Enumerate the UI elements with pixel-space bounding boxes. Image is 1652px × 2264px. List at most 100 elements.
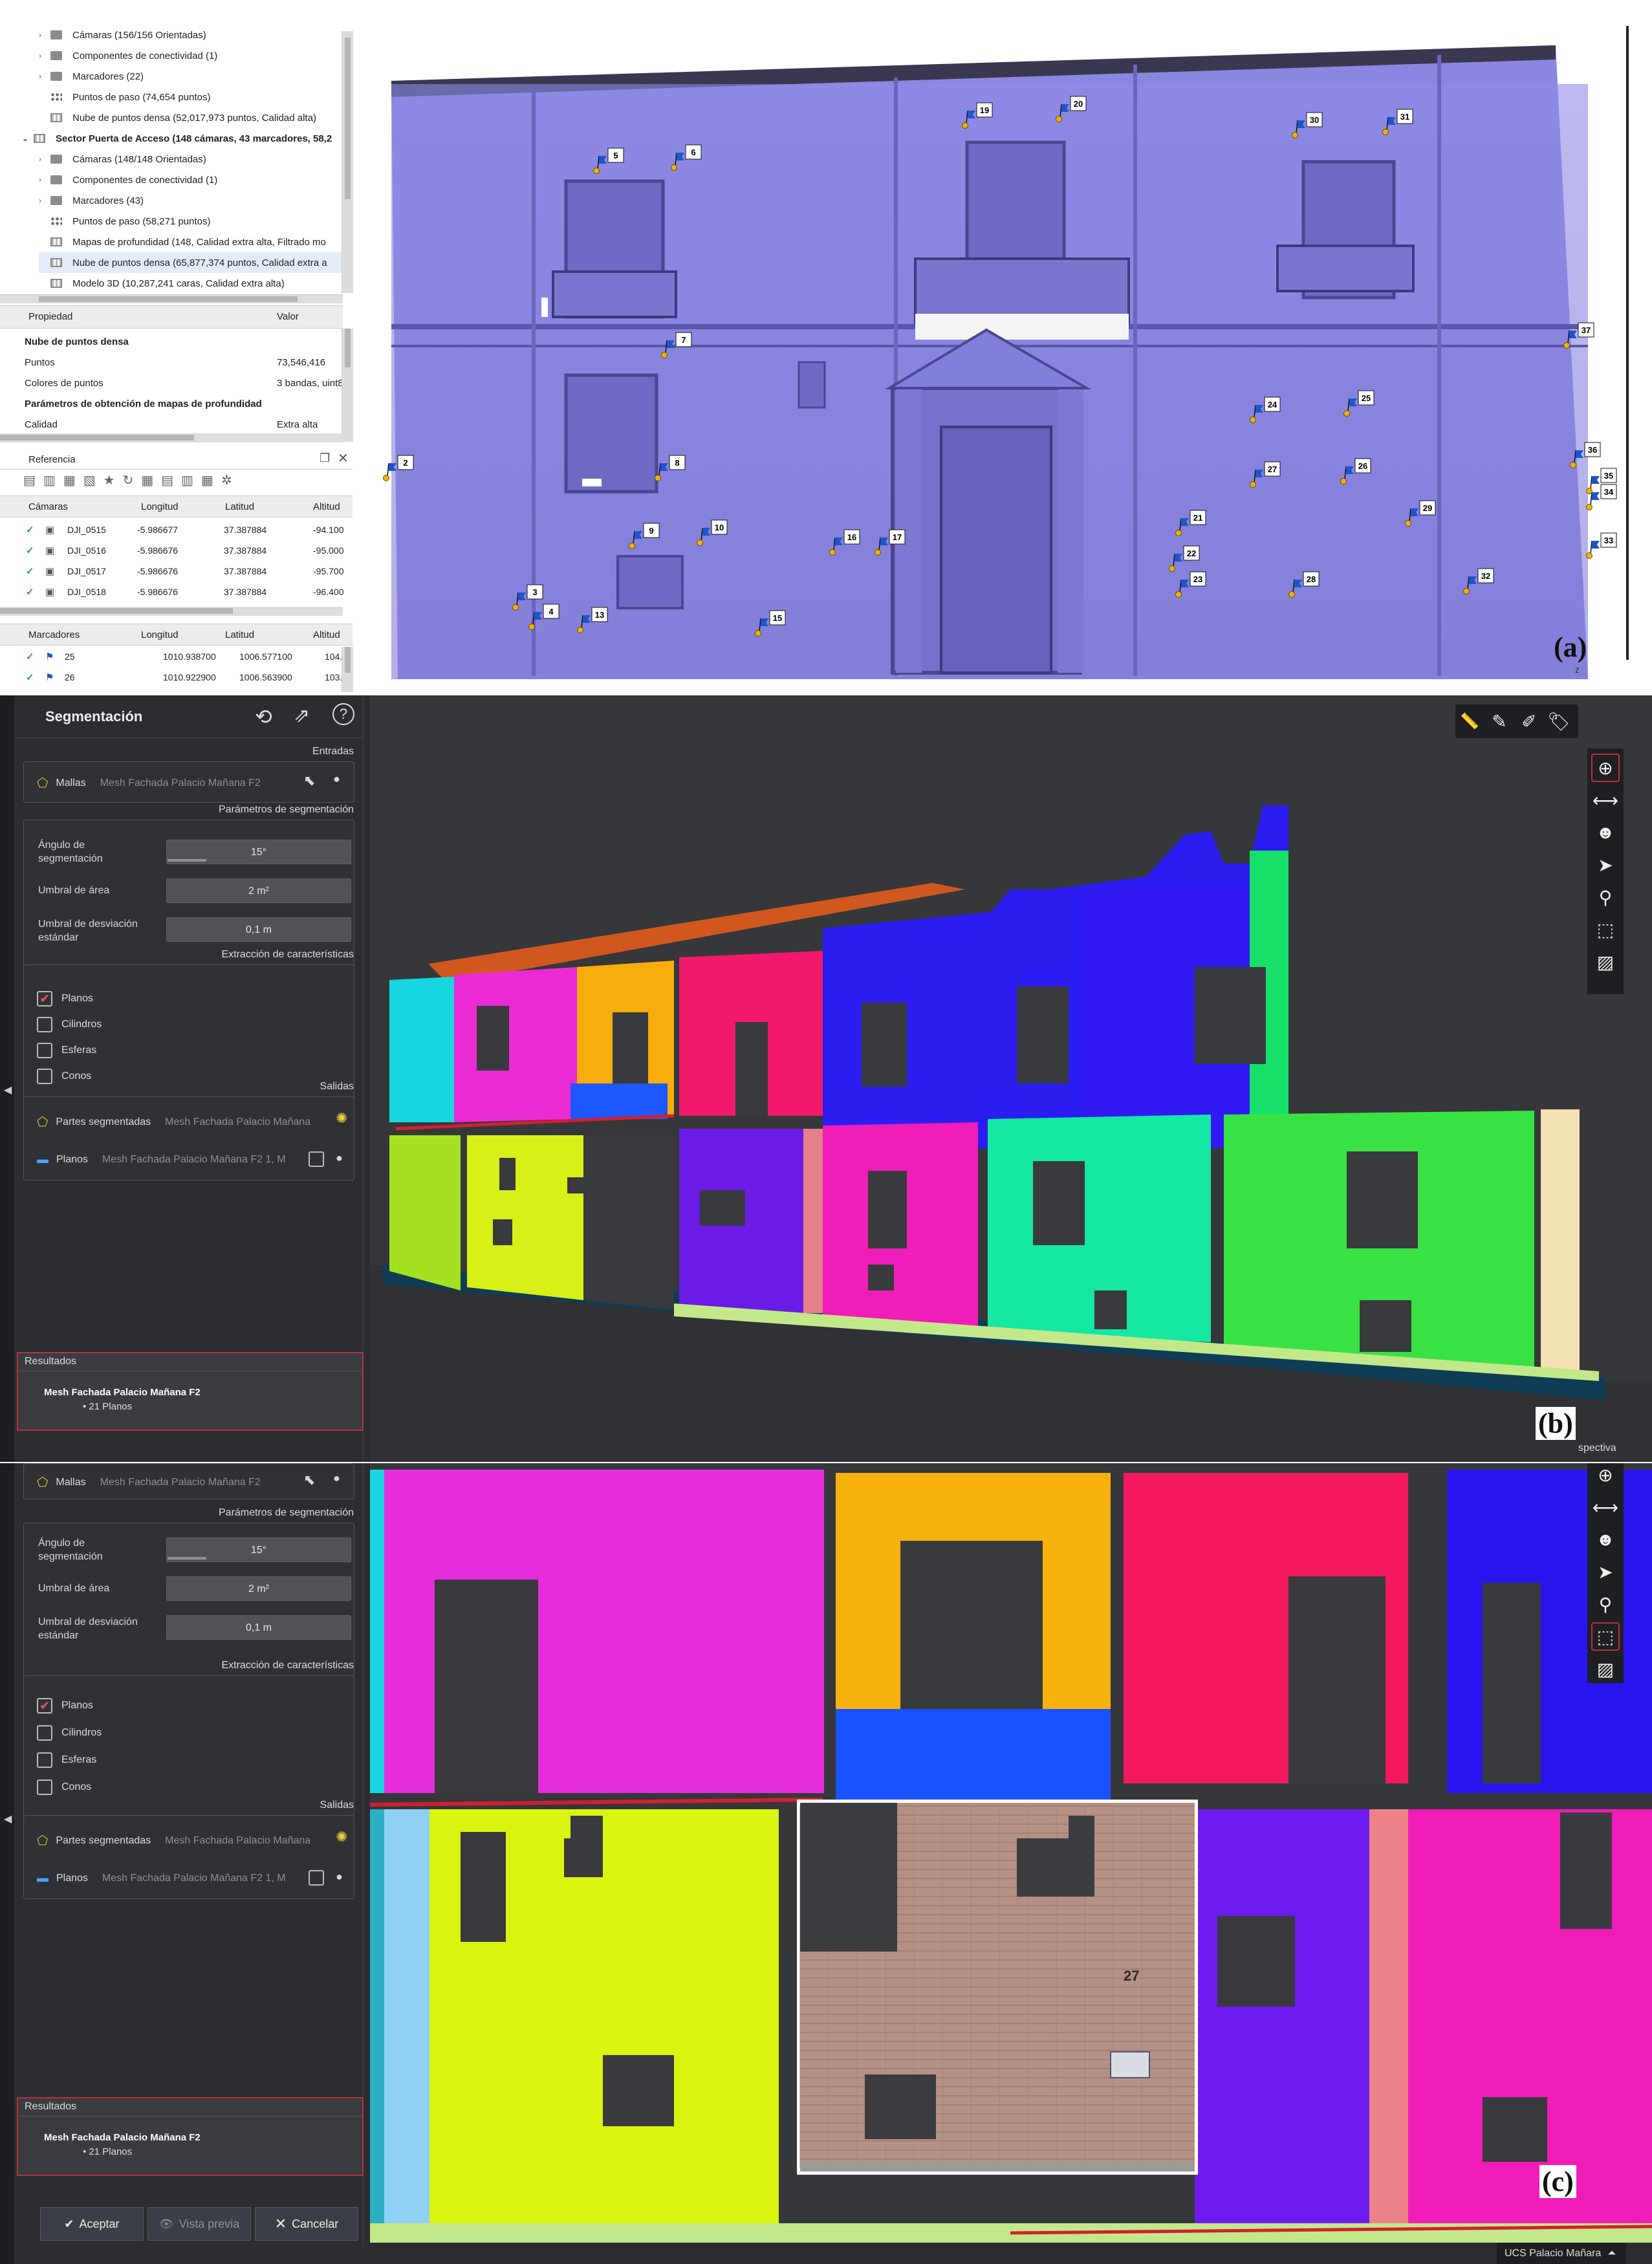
- tree-scrollbar[interactable]: [342, 31, 353, 293]
- close-icon[interactable]: ✕: [338, 450, 349, 466]
- table-row[interactable]: ✓ ▣ DJI_0517 -5.986676 37.387884 -95.700: [0, 561, 353, 582]
- measure-multi-icon[interactable]: ✐: [1515, 707, 1543, 735]
- convert-icon[interactable]: ▦: [63, 472, 76, 492]
- navigate-icon[interactable]: ➤: [1591, 1558, 1620, 1586]
- table-row[interactable]: ✓ ▣ DJI_0516 -5.986676 37.387884 -95.000: [0, 541, 353, 561]
- planes-checkbox[interactable]: [309, 1151, 324, 1167]
- export-icon[interactable]: ⇗: [294, 704, 310, 727]
- table-row[interactable]: ✓ ▣ DJI_0515 -5.986677 37.387884 -94.100: [0, 520, 353, 541]
- help-icon[interactable]: ?: [332, 703, 354, 725]
- tree-item[interactable]: › Componentes de conectividad (1): [39, 45, 343, 66]
- checkbox[interactable]: ✔: [37, 1698, 52, 1714]
- std-field[interactable]: 0,1 m: [166, 917, 351, 942]
- table-row[interactable]: ✓ ⚑ 26 1010.922900 1006.563900 103.: [0, 668, 353, 688]
- export-icon[interactable]: ▥: [43, 472, 56, 492]
- feature-0[interactable]: ✔ Planos: [37, 1698, 93, 1714]
- fit-icon[interactable]: ⟷: [1591, 1493, 1620, 1521]
- table-row[interactable]: ✓ ⚑ 25 1010.938700 1006.577100 104.: [0, 647, 353, 668]
- marker-33[interactable]: 33: [1586, 532, 1617, 559]
- column-header[interactable]: Altitud: [313, 501, 340, 512]
- markers-scrollbar[interactable]: [342, 647, 353, 692]
- history-icon[interactable]: ⟲: [255, 704, 272, 729]
- column-header[interactable]: Latitud: [225, 501, 254, 512]
- checkbox[interactable]: [37, 1752, 52, 1768]
- tree-item[interactable]: Nube de puntos densa (52,017,973 puntos,…: [39, 107, 343, 128]
- column-header[interactable]: Altitud: [313, 629, 340, 640]
- segmentation-viewport-perspective[interactable]: [370, 695, 1652, 1462]
- tree-item[interactable]: › Cámaras (156/156 Orientadas): [39, 25, 343, 45]
- tree-item[interactable]: ⌄ Sector Puerta de Acceso (148 cámaras, 4…: [22, 128, 343, 149]
- feature-1[interactable]: Cilindros: [37, 1017, 102, 1032]
- check-icon[interactable]: ✓: [26, 586, 34, 598]
- tree-item[interactable]: Puntos de paso (58,271 puntos): [39, 211, 343, 232]
- pin-icon[interactable]: ●: [333, 1472, 340, 1485]
- prop-scrollbar[interactable]: [342, 329, 353, 442]
- check-icon[interactable]: ✓: [26, 545, 34, 556]
- cube-icon[interactable]: ⬚: [1591, 1622, 1620, 1651]
- grid-icon[interactable]: ▦: [141, 472, 153, 492]
- measure-icon[interactable]: ✎: [1485, 707, 1514, 735]
- mesh-value[interactable]: Mesh Fachada Palacio Mañana F2: [100, 778, 261, 789]
- refresh-icon[interactable]: ↻: [123, 472, 134, 492]
- planes-checkbox[interactable]: [309, 1870, 324, 1886]
- feature-2[interactable]: Esferas: [37, 1752, 96, 1768]
- expand-icon[interactable]: ›: [39, 51, 50, 60]
- checkbox[interactable]: [37, 1017, 52, 1032]
- cancel-button[interactable]: ✕ Cancelar: [255, 2207, 358, 2241]
- feature-3[interactable]: Conos: [37, 1069, 91, 1084]
- tree-item[interactable]: Nube de puntos densa (65,877,374 puntos,…: [39, 252, 343, 273]
- ruler-icon[interactable]: 📏: [1455, 707, 1484, 735]
- out-parts-value[interactable]: Mesh Fachada Palacio Mañana: [165, 1116, 310, 1128]
- walk-icon[interactable]: ⚲: [1591, 883, 1620, 911]
- pin-icon[interactable]: ●: [333, 772, 340, 786]
- results-title[interactable]: Resultados: [25, 1356, 76, 1367]
- feature-3[interactable]: Conos: [37, 1780, 91, 1795]
- checkbox[interactable]: [37, 1780, 52, 1795]
- user-icon[interactable]: ☻: [1591, 1525, 1620, 1554]
- feature-2[interactable]: Esferas: [37, 1043, 96, 1058]
- checkbox[interactable]: [37, 1069, 52, 1084]
- preview-button[interactable]: 👁 Vista previa: [147, 2207, 251, 2241]
- tree-item[interactable]: Modelo 3D (10,287,241 caras, Calidad ext…: [39, 273, 343, 294]
- column-header[interactable]: Longitud: [141, 501, 179, 512]
- expand-icon[interactable]: ⌄: [22, 134, 34, 143]
- expand-icon[interactable]: ›: [39, 72, 50, 81]
- check-icon[interactable]: ✓: [26, 524, 34, 536]
- tree-item[interactable]: › Marcadores (43): [39, 190, 343, 211]
- cube-icon[interactable]: ⬚: [1591, 915, 1620, 944]
- restore-icon[interactable]: ❐: [320, 452, 330, 465]
- check-icon[interactable]: ✓: [26, 565, 34, 577]
- column-header[interactable]: Marcadores: [28, 629, 80, 640]
- tools-icon[interactable]: ✲: [221, 472, 232, 492]
- expand-icon[interactable]: ›: [39, 30, 50, 39]
- settings-icon[interactable]: ▧: [83, 472, 96, 492]
- cameras-hscroll[interactable]: [0, 607, 343, 616]
- area-field[interactable]: 2 m²: [166, 1576, 351, 1601]
- ucs-selector[interactable]: UCS Palacio Mañara ⏶: [1497, 2243, 1626, 2264]
- expand-icon[interactable]: ›: [39, 196, 50, 205]
- pointer-icon[interactable]: ⬉: [303, 1472, 315, 1488]
- list-icon[interactable]: ▦: [201, 472, 213, 492]
- tree-item[interactable]: › Cámaras (148/148 Orientadas): [39, 149, 343, 169]
- results-title[interactable]: Resultados: [25, 2101, 76, 2113]
- layers-icon[interactable]: ▥: [181, 472, 193, 492]
- checkbox[interactable]: [37, 1725, 52, 1741]
- out-parts-value[interactable]: Mesh Fachada Palacio Mañana: [165, 1835, 310, 1847]
- tree-item[interactable]: › Marcadores (22): [39, 66, 343, 87]
- checkbox[interactable]: ✔: [37, 991, 52, 1007]
- expand-icon[interactable]: ›: [39, 155, 50, 164]
- render-icon[interactable]: ▨: [1591, 948, 1620, 976]
- accept-button[interactable]: ✔ Aceptar: [40, 2207, 144, 2241]
- feature-1[interactable]: Cilindros: [37, 1725, 102, 1741]
- column-header[interactable]: Cámaras: [28, 501, 68, 512]
- planes-pin-icon[interactable]: ●: [336, 1151, 343, 1165]
- tree-item[interactable]: Puntos de paso (74,654 puntos): [39, 87, 343, 107]
- area-field[interactable]: 2 m²: [166, 878, 351, 903]
- check-icon[interactable]: ✓: [26, 671, 34, 683]
- tag-icon[interactable]: 🏷: [1545, 707, 1573, 735]
- collapse-rail-c[interactable]: ◀: [0, 1463, 14, 2264]
- collapse-rail[interactable]: ◀: [0, 695, 14, 1462]
- render-icon[interactable]: ▨: [1591, 1655, 1620, 1683]
- view-mode-label[interactable]: spectiva: [1578, 1442, 1616, 1454]
- column-header[interactable]: Latitud: [225, 629, 254, 640]
